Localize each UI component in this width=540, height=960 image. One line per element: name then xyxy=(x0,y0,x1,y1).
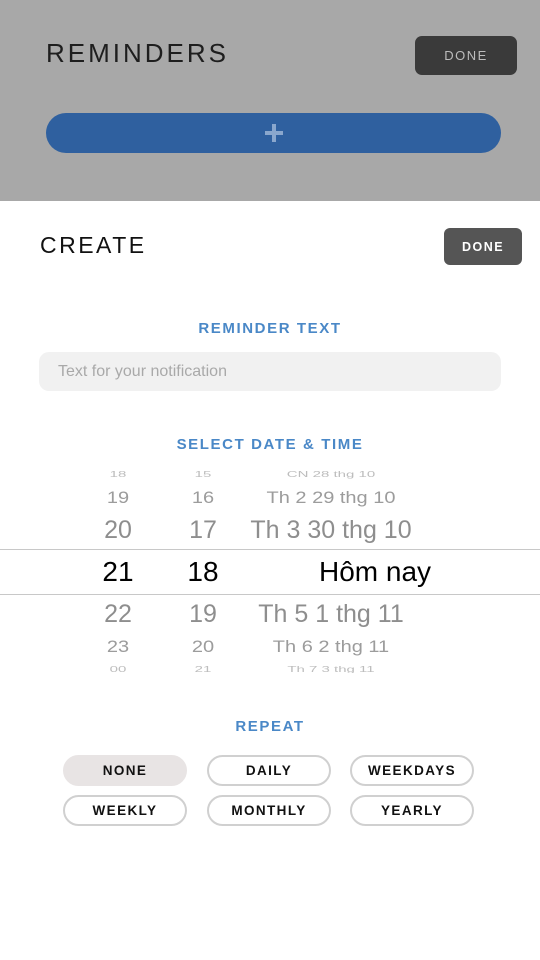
repeat-weekdays-button[interactable]: WEEKDAYS xyxy=(350,755,474,786)
reminder-text-label: REMINDER TEXT xyxy=(198,320,342,337)
background-screen: REMINDERS DONE xyxy=(0,0,540,201)
picker-hour: 23 xyxy=(106,637,130,657)
repeat-daily-button[interactable]: DAILY xyxy=(207,755,331,786)
picker-minute: 19 xyxy=(189,600,217,628)
picker-date: Th 5 1 thg 11 xyxy=(258,600,404,628)
picker-date: CN 28 thg 10 xyxy=(286,470,376,480)
picker-date: Th 7 3 thg 11 xyxy=(287,665,375,673)
repeat-weekly-button[interactable]: WEEKLY xyxy=(63,795,187,826)
create-title: CREATE xyxy=(40,232,147,258)
picker-row[interactable]: 23 20 Th 6 2 thg 11 xyxy=(0,635,540,660)
picker-minute: 16 xyxy=(191,488,215,508)
repeat-yearly-button[interactable]: YEARLY xyxy=(350,795,474,826)
create-sheet: CREATE DONE REMINDER TEXT SELECT DATE & … xyxy=(0,201,540,960)
plus-icon xyxy=(264,124,283,142)
select-date-time-label: SELECT DATE & TIME xyxy=(176,436,364,453)
background-done-button[interactable]: DONE xyxy=(415,36,517,75)
picker-row[interactable]: 18 15 CN 28 thg 10 xyxy=(0,467,540,484)
picker-minute-selected: 18 xyxy=(187,556,219,587)
picker-hour-selected: 21 xyxy=(102,556,134,587)
date-time-picker[interactable]: 18 15 CN 28 thg 10 19 16 Th 2 29 thg 10 … xyxy=(0,463,540,673)
reminder-text-input[interactable] xyxy=(39,352,501,391)
picker-selection-bottom-line xyxy=(0,594,540,595)
picker-row-selected[interactable]: 21 18 Hôm nay xyxy=(0,557,540,587)
picker-hour: 20 xyxy=(104,516,132,544)
repeat-monthly-button[interactable]: MONTHLY xyxy=(207,795,331,826)
repeat-label: REPEAT xyxy=(235,718,305,735)
picker-date: Th 2 29 thg 10 xyxy=(266,488,396,508)
picker-row[interactable]: 22 19 Th 5 1 thg 11 xyxy=(0,599,540,629)
picker-minute: 21 xyxy=(194,665,212,673)
picker-hour: 19 xyxy=(106,488,130,508)
picker-date: Th 3 30 thg 10 xyxy=(250,516,412,544)
picker-date-selected: Hôm nay xyxy=(318,556,432,587)
create-done-button[interactable]: DONE xyxy=(444,228,522,265)
reminders-title: REMINDERS xyxy=(46,38,230,68)
picker-minute: 20 xyxy=(191,637,215,657)
add-reminder-button[interactable] xyxy=(46,113,501,153)
picker-row[interactable]: 19 16 Th 2 29 thg 10 xyxy=(0,486,540,511)
picker-row[interactable]: 00 21 Th 7 3 thg 11 xyxy=(0,662,540,673)
picker-minute: 17 xyxy=(189,516,217,544)
picker-row[interactable]: 20 17 Th 3 30 thg 10 xyxy=(0,515,540,545)
picker-date: Th 6 2 thg 11 xyxy=(272,637,390,657)
picker-selection-top-line xyxy=(0,549,540,550)
picker-hour: 00 xyxy=(109,665,127,673)
repeat-none-button[interactable]: NONE xyxy=(63,755,187,786)
picker-minute: 15 xyxy=(194,470,212,480)
picker-hour: 22 xyxy=(104,600,132,628)
picker-hour: 18 xyxy=(109,470,127,480)
